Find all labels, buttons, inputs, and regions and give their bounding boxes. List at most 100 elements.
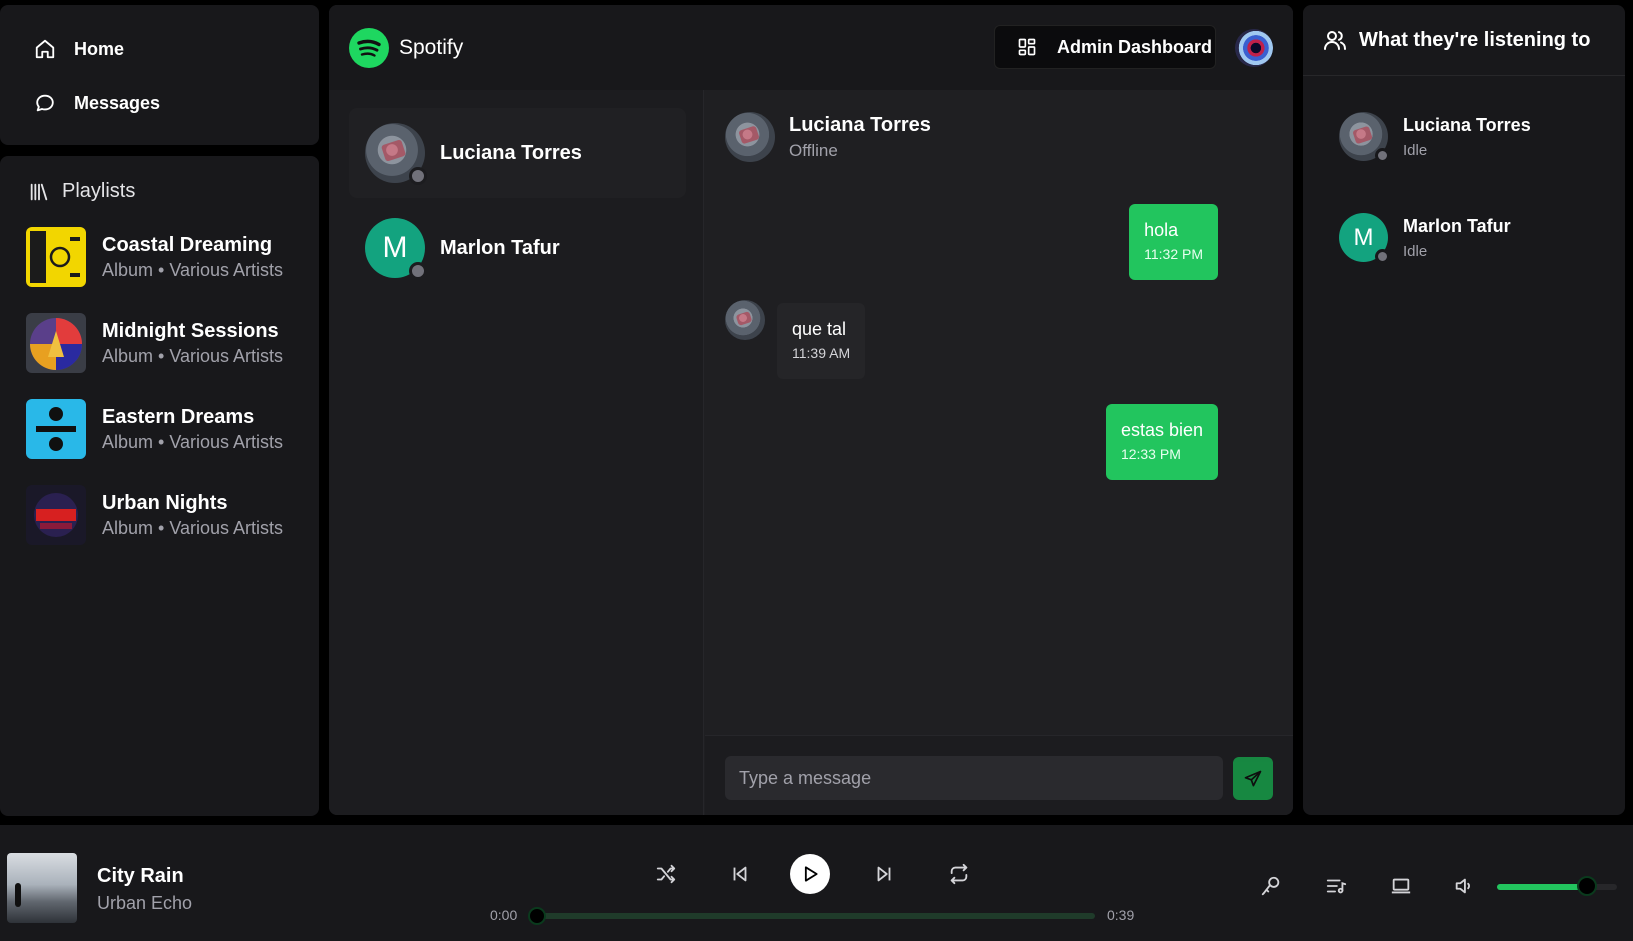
playlist-subtitle: Album • Various Artists [102,432,284,452]
status-dot [1375,249,1390,264]
playlist-cover [26,313,86,373]
message-text: hola [1144,220,1179,240]
playlist-title: Midnight Sessions [102,320,279,342]
playlist-subtitle: Album • Various Artists [102,346,284,366]
contact-name: Marlon Tafur [440,236,560,259]
skip-forward-icon [873,863,895,885]
message-composer [705,735,1293,815]
conversation-list: Luciana Torres M Marlon Tafur [329,90,704,815]
playlist-cover [26,399,86,459]
device-button[interactable] [1390,875,1414,899]
dashboard-icon [1017,37,1037,57]
nav-messages-label: Messages [74,92,161,113]
chat-header: Luciana Torres Offline [725,112,931,162]
playlist-title: Eastern Dreams [102,406,255,428]
queue-button[interactable] [1325,875,1349,899]
friend-activity-item[interactable]: M Marlon Tafur Idle [1339,213,1511,264]
playlist-subtitle: Album • Various Artists [102,518,284,538]
avatar [365,123,427,185]
volume-button[interactable] [1453,875,1477,899]
volume-slider[interactable] [1497,884,1617,890]
queue-icon [1325,875,1349,897]
home-icon [34,38,56,60]
playlist-title: Coastal Dreaming [102,234,273,256]
playlists-panel: Playlists Coastal Dreaming Album • Vario… [0,156,319,816]
message-text: que tal [792,319,847,339]
top-bar: Spotify Admin Dashboard [329,5,1293,90]
play-button[interactable] [790,854,830,894]
avatar-initial: M [382,231,408,264]
message-time: 11:39 AM [792,345,851,361]
nav-messages[interactable]: Messages [34,92,160,114]
conversation-item[interactable]: M Marlon Tafur [349,203,686,293]
send-button[interactable] [1233,757,1273,800]
admin-dashboard-button[interactable]: Admin Dashboard [994,25,1216,69]
playlists-heading: Playlists [62,180,136,202]
message-text: estas bien [1120,420,1203,440]
nav-home[interactable]: Home [34,38,124,60]
status-dot [1375,148,1390,163]
admin-dashboard-label: Admin Dashboard [1057,36,1213,57]
play-icon [800,864,820,884]
now-playing-title[interactable]: City Rain [97,865,184,888]
playlist-item[interactable]: Eastern Dreams Album • Various Artists [26,398,306,460]
contact-name: Luciana Torres [440,141,582,164]
shuffle-icon [655,863,677,885]
message-bubble-incoming: que tal 11:39 AM [777,303,866,379]
main-nav: Home Messages [0,5,319,145]
avatar [1339,112,1390,163]
playlist-item[interactable]: Coastal Dreaming Album • Various Artists [26,226,306,288]
status-dot [409,167,427,185]
send-icon [1243,769,1263,789]
message-input[interactable] [725,756,1223,800]
playlist-cover [26,227,86,287]
microphone-icon [1260,875,1284,897]
playlists-header: Playlists [28,180,135,203]
volume-fill [1497,884,1587,890]
users-icon [1323,28,1347,52]
message-bubble-outgoing: estas bien 12:33 PM [1105,404,1218,480]
playlist-item[interactable]: Urban Nights Album • Various Artists [26,484,306,546]
repeat-icon [948,863,970,885]
brand-name: Spotify [399,36,464,59]
playlist-title: Urban Nights [102,492,228,514]
brand[interactable]: Spotify [349,28,463,68]
volume-knob[interactable] [1577,876,1597,896]
friends-activity-heading: What they're listening to [1359,28,1591,51]
laptop-icon [1390,875,1414,897]
friends-activity-header: What they're listening to [1303,5,1625,76]
progress-knob[interactable] [528,907,546,925]
playlist-item[interactable]: Midnight Sessions Album • Various Artist… [26,312,306,374]
user-avatar[interactable] [1235,29,1273,67]
shuffle-button[interactable] [650,858,682,890]
conversation-item[interactable]: Luciana Torres [349,108,686,198]
chat-area: Luciana Torres Offline hola 11:32 PM que… [705,90,1293,815]
friend-name: Luciana Torres [1403,114,1531,135]
message-time: 12:33 PM [1120,446,1181,462]
avatar [725,300,765,340]
progress-bar[interactable] [537,913,1095,919]
avatar-initial: M [1353,223,1374,251]
now-playing-cover [7,853,77,923]
library-icon [28,181,50,203]
status-dot [409,262,427,280]
message-bubble-outgoing: hola 11:32 PM [1129,204,1218,280]
friend-status: Idle [1403,141,1428,159]
now-playing-artist[interactable]: Urban Echo [97,893,192,914]
avatar: M [365,218,427,280]
previous-button[interactable] [724,858,756,890]
friend-name: Marlon Tafur [1403,215,1511,236]
player-bar: City Rain Urban Echo 0:00 0:39 [0,825,1633,941]
repeat-button[interactable] [943,858,975,890]
volume-icon [1453,875,1477,897]
nav-home-label: Home [74,38,125,59]
skip-back-icon [729,863,751,885]
playlist-subtitle: Album • Various Artists [102,260,284,280]
next-button[interactable] [868,858,900,890]
friend-activity-item[interactable]: Luciana Torres Idle [1339,112,1531,163]
message-time: 11:32 PM [1144,246,1203,262]
friends-activity-panel: What they're listening to Luciana Torres… [1303,5,1625,815]
elapsed-time: 0:00 [490,907,518,923]
chat-contact-status: Offline [789,140,838,160]
lyrics-button[interactable] [1260,875,1284,899]
